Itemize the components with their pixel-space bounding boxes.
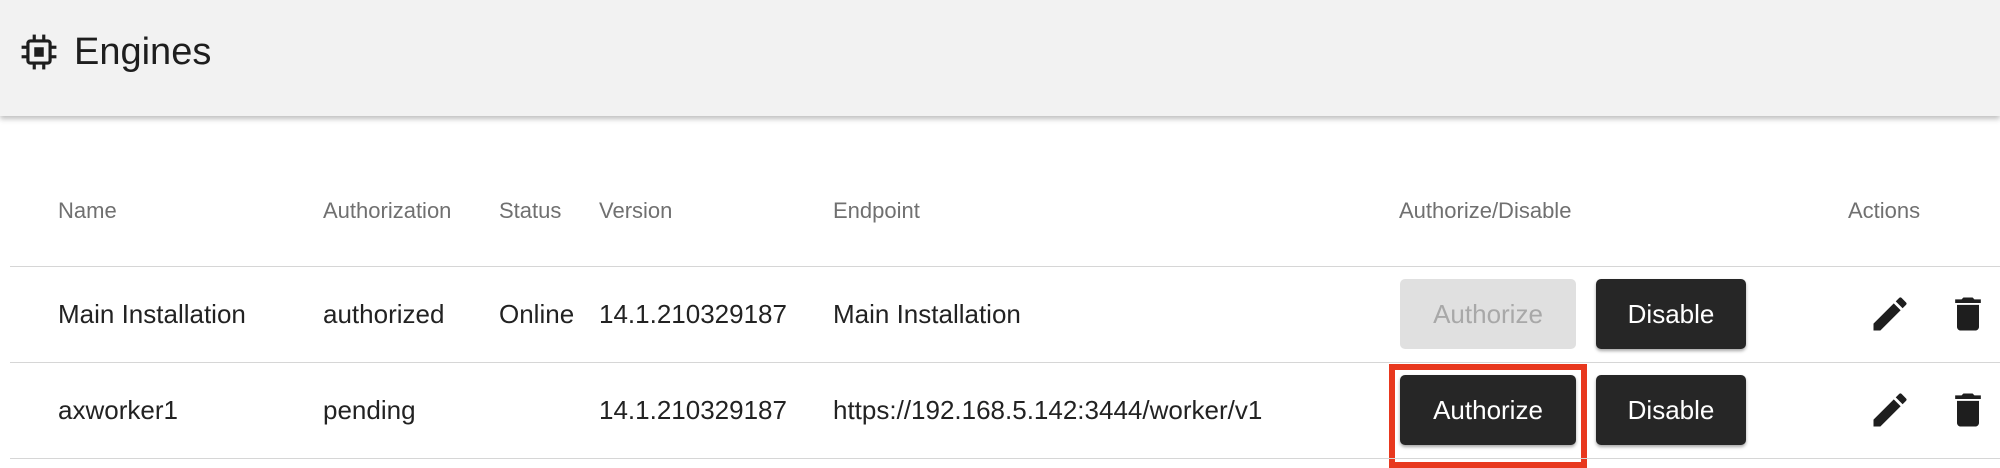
column-header-authorization[interactable]: Authorization: [323, 198, 451, 224]
edit-icon[interactable]: [1868, 388, 1912, 432]
authorize-button[interactable]: Authorize: [1400, 375, 1576, 445]
delete-icon[interactable]: [1946, 292, 1990, 336]
cell-name: Main Installation: [58, 299, 246, 329]
cell-authorization: pending: [323, 395, 416, 425]
column-header-status[interactable]: Status: [499, 198, 561, 224]
header-divider: [10, 266, 2000, 267]
row-divider: [10, 362, 2000, 363]
cell-endpoint: Main Installation: [833, 299, 1021, 329]
cell-endpoint: https://192.168.5.142:3444/worker/v1: [833, 395, 1263, 425]
delete-icon[interactable]: [1946, 388, 1990, 432]
disable-button[interactable]: Disable: [1596, 375, 1746, 445]
cell-name: axworker1: [58, 395, 178, 425]
column-header-name[interactable]: Name: [58, 198, 117, 224]
engines-table: Name Authorization Status Version Endpoi…: [0, 116, 2000, 468]
row-divider: [10, 458, 2000, 459]
authorize-button: Authorize: [1400, 279, 1576, 349]
column-header-authorize-disable: Authorize/Disable: [1399, 198, 1572, 223]
page-title: Engines: [74, 31, 212, 73]
disable-button[interactable]: Disable: [1596, 279, 1746, 349]
column-header-actions: Actions: [1848, 198, 1921, 223]
chip-icon: [21, 34, 57, 70]
cell-status: Online: [499, 299, 575, 329]
column-header-version[interactable]: Version: [599, 198, 672, 224]
cell-authorization: authorized: [323, 299, 445, 329]
cell-version: 14.1.210329187: [599, 395, 787, 425]
cell-version: 14.1.210329187: [599, 299, 787, 329]
edit-icon[interactable]: [1868, 292, 1912, 336]
column-header-endpoint[interactable]: Endpoint: [833, 198, 920, 224]
page-header: Engines: [0, 0, 2000, 116]
